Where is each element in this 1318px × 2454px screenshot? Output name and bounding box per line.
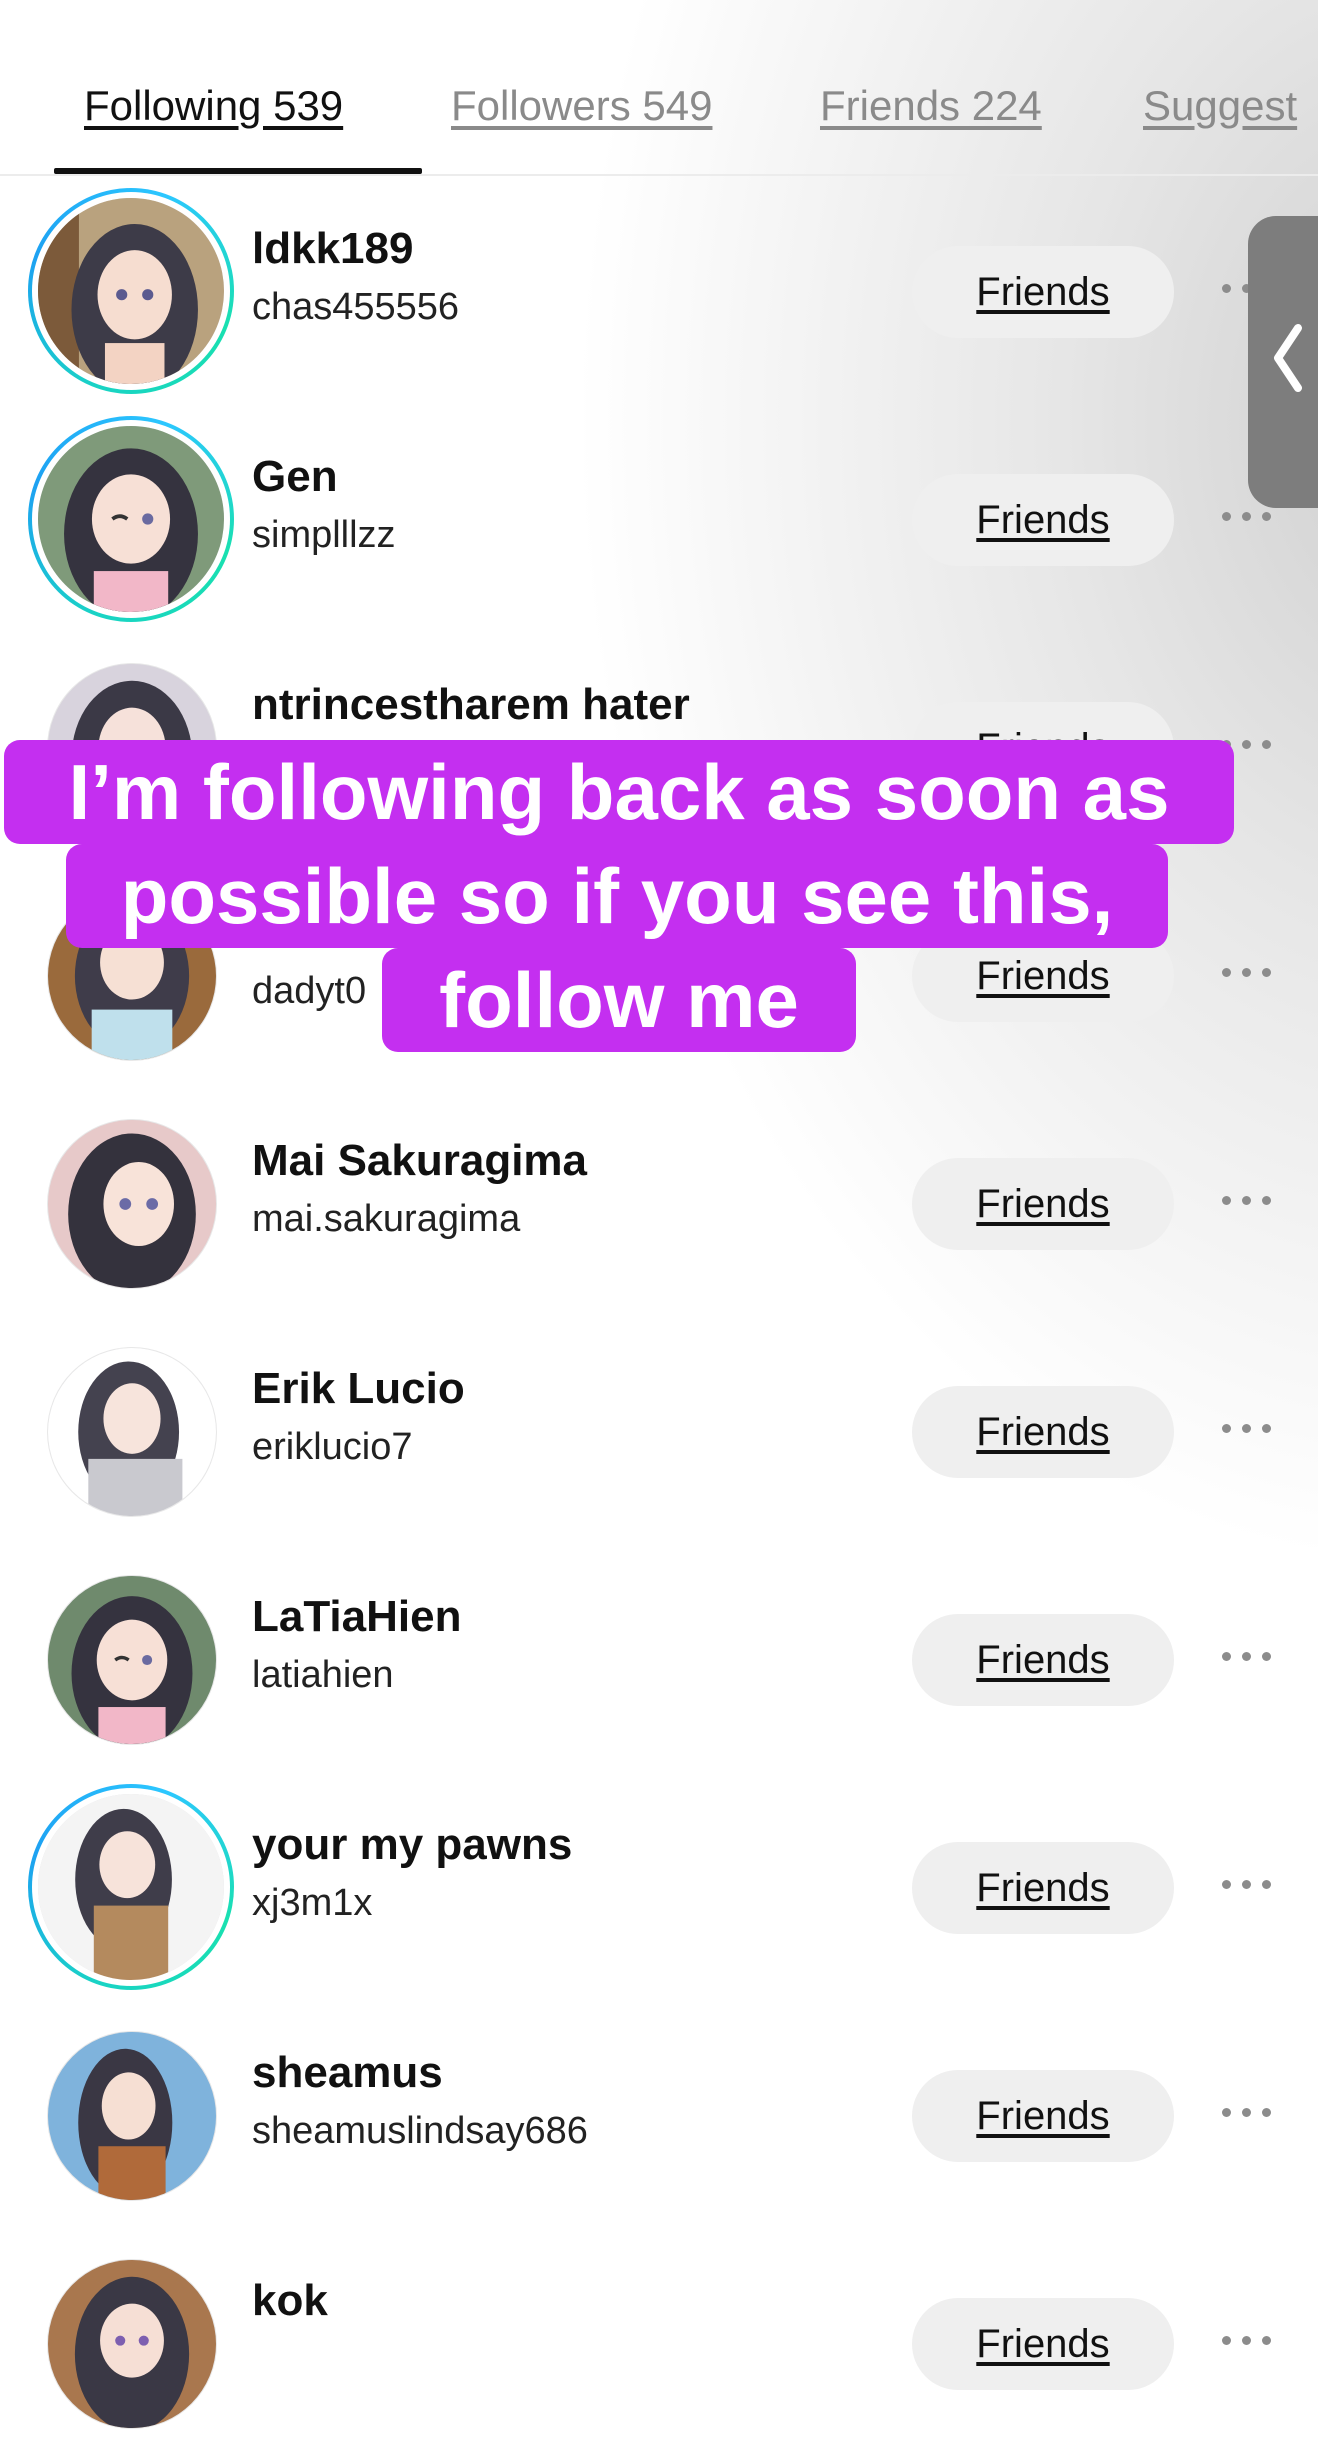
display-name: ntrincestharem hater	[252, 680, 690, 729]
display-name: Gen	[252, 452, 338, 501]
username: mai.sakuragima	[252, 1198, 521, 1240]
more-icon[interactable]	[1222, 506, 1272, 526]
avatar-story-ring[interactable]	[28, 416, 234, 622]
avatar-image	[48, 1576, 216, 1744]
display-name: LaTiaHien	[252, 1592, 462, 1641]
username: latiahien	[252, 1654, 394, 1696]
tab-bar: Following 539 Followers 549 Friends 224 …	[0, 60, 1318, 174]
avatar	[47, 1119, 217, 1289]
avatar-container[interactable]	[28, 2012, 234, 2218]
caption-line-3: follow me	[382, 948, 856, 1052]
avatar-image	[38, 198, 224, 384]
username: eriklucio7	[252, 1426, 413, 1468]
avatar-story-ring[interactable]	[28, 188, 234, 394]
avatar	[38, 426, 224, 612]
display-name: sheamus	[252, 2048, 443, 2097]
list-item[interactable]: Gen simplllzz Friends	[0, 402, 1318, 630]
avatar-container[interactable]	[28, 1328, 234, 1534]
friends-button[interactable]: Friends	[912, 1614, 1174, 1706]
friends-button[interactable]: Friends	[912, 2070, 1174, 2162]
avatar-image	[48, 2260, 216, 2428]
more-icon[interactable]	[1222, 2330, 1272, 2350]
username: chas455556	[252, 286, 460, 328]
display-name: kok	[252, 2276, 328, 2325]
avatar	[47, 1347, 217, 1517]
more-icon[interactable]	[1222, 1190, 1272, 1210]
list-item[interactable]: Erik Lucio eriklucio7 Friends	[0, 1314, 1318, 1542]
more-icon[interactable]	[1222, 1418, 1272, 1438]
more-icon[interactable]	[1222, 1874, 1272, 1894]
display-name: Mai Sakuragima	[252, 1136, 588, 1185]
tab-followers[interactable]: Followers 549	[451, 82, 712, 130]
friends-button[interactable]: Friends	[912, 1158, 1174, 1250]
caption-line-2: possible so if you see this,	[66, 844, 1168, 948]
friends-button[interactable]: Friends	[912, 246, 1174, 338]
avatar	[47, 2031, 217, 2201]
display-name: Erik Lucio	[252, 1364, 465, 1413]
avatar	[38, 198, 224, 384]
avatar	[47, 2259, 217, 2429]
avatar-container[interactable]	[28, 2240, 234, 2446]
username: simplllzz	[252, 514, 396, 556]
avatar-image	[48, 1348, 216, 1516]
avatar	[47, 1575, 217, 1745]
avatar-image	[48, 1120, 216, 1288]
list-item[interactable]: kok Friends	[0, 2226, 1318, 2454]
avatar	[38, 1794, 224, 1980]
side-panel-handle[interactable]	[1248, 216, 1318, 508]
friends-button[interactable]: Friends	[912, 1386, 1174, 1478]
friends-button[interactable]: Friends	[912, 1842, 1174, 1934]
avatar-image	[38, 426, 224, 612]
tab-following[interactable]: Following 539	[84, 82, 343, 130]
avatar-container[interactable]	[28, 1100, 234, 1306]
status-bar-fragment	[0, 0, 1318, 12]
caption-line-1: I’m following back as soon as	[4, 740, 1234, 844]
display-name: your my pawns	[252, 1820, 573, 1869]
avatar-container[interactable]	[28, 1556, 234, 1762]
list-item[interactable]: ldkk189 chas455556 Friends	[0, 174, 1318, 402]
friends-button[interactable]: Friends	[912, 474, 1174, 566]
tab-friends[interactable]: Friends 224	[820, 82, 1042, 130]
chevron-left-icon	[1274, 324, 1302, 392]
tab-suggested[interactable]: Suggest	[1143, 82, 1297, 130]
avatar-image	[48, 2032, 216, 2200]
list-item[interactable]: LaTiaHien latiahien Friends	[0, 1542, 1318, 1770]
username: xj3m1x	[252, 1882, 373, 1924]
list-item[interactable]: sheamus sheamuslindsay686 Friends	[0, 1998, 1318, 2226]
avatar-story-ring[interactable]	[28, 1784, 234, 1990]
more-icon[interactable]	[1222, 1646, 1272, 1666]
list-item[interactable]: Mai Sakuragima mai.sakuragima Friends	[0, 1086, 1318, 1314]
list-item[interactable]: your my pawns xj3m1x Friends	[0, 1770, 1318, 1998]
more-icon[interactable]	[1222, 2102, 1272, 2122]
avatar-image	[38, 1794, 224, 1980]
username: sheamuslindsay686	[252, 2110, 588, 2152]
friends-button[interactable]: Friends	[912, 2298, 1174, 2390]
caption-overlay: I’m following back as soon as possible s…	[0, 738, 1318, 1078]
display-name: ldkk189	[252, 224, 414, 273]
